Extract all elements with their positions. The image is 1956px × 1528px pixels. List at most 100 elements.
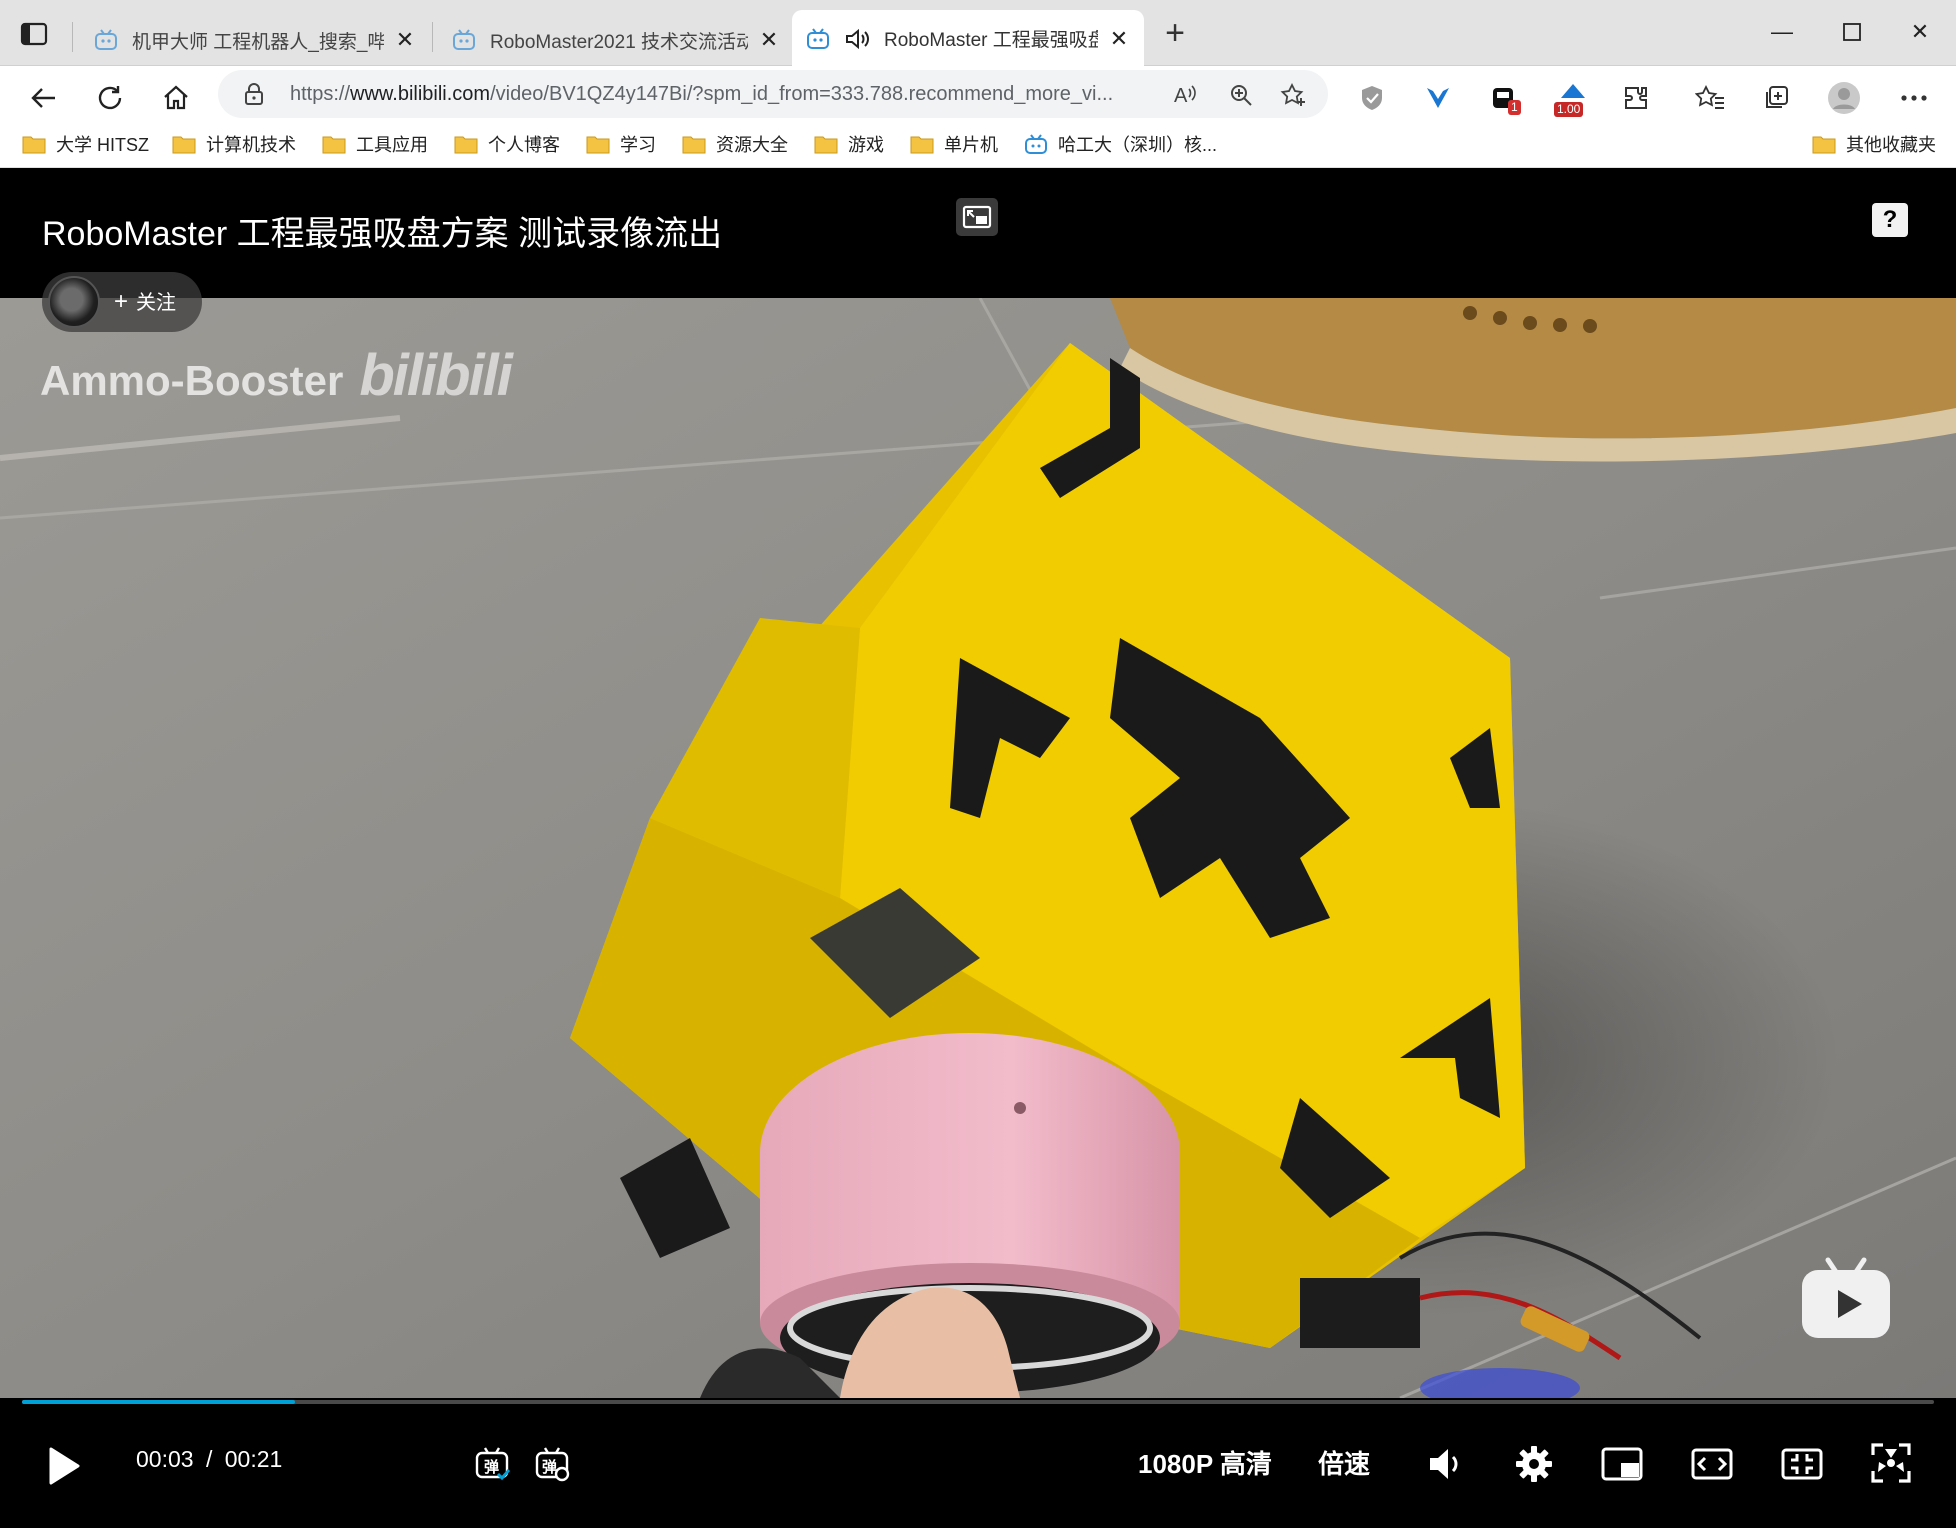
minimize-button[interactable]: — bbox=[1762, 14, 1802, 50]
speed-badge: 1.00 bbox=[1554, 102, 1584, 117]
notification-extension-icon[interactable]: 1 bbox=[1484, 78, 1524, 118]
danmaku-settings-button[interactable]: 弹 bbox=[532, 1444, 572, 1484]
bookmark-label: 工具应用 bbox=[356, 135, 428, 155]
follow-label: 关注 bbox=[136, 292, 177, 314]
danmaku-toggle-button[interactable]: 弹 bbox=[472, 1444, 512, 1484]
bookmark-label: 哈工大（深圳）核... bbox=[1058, 135, 1218, 155]
bookmark-label: 个人博客 bbox=[488, 135, 560, 155]
bookmark-label: 计算机技术 bbox=[206, 135, 296, 155]
web-fullscreen-button[interactable] bbox=[1780, 1442, 1824, 1486]
read-aloud-icon[interactable]: A bbox=[1170, 80, 1200, 110]
follow-button[interactable]: + 关注 bbox=[114, 286, 176, 316]
bookmark-folder[interactable]: 工具应用 bbox=[322, 128, 428, 160]
tab-strip: 机甲大师 工程机器人_搜索_哔哩 ✕ RoboMaster2021 技术交流活动… bbox=[0, 0, 1956, 67]
web-fullscreen-icon bbox=[1781, 1448, 1823, 1480]
video-content-image bbox=[0, 298, 1956, 1398]
plus-icon: + bbox=[114, 288, 129, 315]
new-tab-button[interactable]: + bbox=[1160, 16, 1190, 50]
floating-play-button[interactable] bbox=[1800, 1256, 1892, 1345]
bilibili-icon bbox=[453, 29, 475, 50]
folder-icon bbox=[814, 136, 838, 154]
folder-icon bbox=[322, 136, 346, 154]
tab-title: RoboMaster 工程最强吸盘方 bbox=[884, 30, 1098, 51]
uploader-pill[interactable]: + 关注 bbox=[42, 272, 202, 332]
close-window-button[interactable]: ✕ bbox=[1900, 14, 1940, 50]
bookmark-label: 资源大全 bbox=[716, 135, 788, 155]
fullscreen-icon bbox=[1871, 1443, 1911, 1483]
svg-text:弹: 弹 bbox=[542, 1458, 557, 1476]
bookmark-folder[interactable]: 计算机技术 bbox=[172, 128, 296, 160]
tab-actions-icon[interactable] bbox=[20, 22, 48, 46]
tab-robomaster2021[interactable]: RoboMaster2021 技术交流活动 ✕ bbox=[438, 14, 794, 66]
svg-text:A: A bbox=[1174, 85, 1188, 107]
bookmark-label: 大学 HITSZ bbox=[56, 135, 149, 155]
time-display: 00:03 / 00:21 bbox=[136, 1446, 282, 1473]
address-bar[interactable]: https://www.bilibili.com/video/BV1QZ4y14… bbox=[218, 70, 1328, 118]
danmaku-icon: 弹 bbox=[475, 1447, 510, 1481]
volume-button[interactable] bbox=[1424, 1442, 1468, 1486]
collections-icon[interactable] bbox=[1756, 78, 1796, 118]
tab-current[interactable]: RoboMaster 工程最强吸盘方 ✕ bbox=[792, 10, 1144, 67]
play-icon bbox=[49, 1447, 80, 1485]
extensions-icon[interactable] bbox=[1616, 78, 1656, 118]
widescreen-button[interactable] bbox=[1690, 1442, 1734, 1486]
shield-icon[interactable] bbox=[1352, 78, 1392, 118]
close-icon[interactable]: ✕ bbox=[758, 29, 780, 51]
bookmark-folder[interactable]: 游戏 bbox=[814, 128, 884, 160]
tab-separator bbox=[72, 22, 73, 52]
settings-button[interactable] bbox=[1512, 1442, 1556, 1486]
tv-play-icon bbox=[1802, 1257, 1890, 1338]
url-text[interactable]: https://www.bilibili.com/video/BV1QZ4y14… bbox=[290, 83, 1170, 106]
video-title: RoboMaster 工程最强吸盘方案 测试录像流出 bbox=[42, 215, 723, 253]
bilibili-icon bbox=[807, 27, 829, 49]
bookmarks-bar: 大学 HITSZ 计算机技术 工具应用 个人博客 学习 资源大全 游戏 单片机 … bbox=[0, 120, 1956, 168]
pip-icon bbox=[1601, 1447, 1643, 1481]
close-icon[interactable]: ✕ bbox=[1108, 27, 1130, 50]
more-menu-icon[interactable] bbox=[1894, 78, 1934, 118]
danmaku-settings-icon: 弹 bbox=[535, 1447, 570, 1482]
picture-in-picture-button[interactable] bbox=[1600, 1442, 1644, 1486]
watermark-channel: Ammo-Booster bbox=[40, 357, 344, 404]
favorites-icon[interactable] bbox=[1690, 78, 1730, 118]
speed-button[interactable]: 倍速 bbox=[1318, 1444, 1370, 1481]
time-separator: / bbox=[205, 1446, 213, 1472]
close-icon[interactable]: ✕ bbox=[394, 29, 416, 51]
widescreen-icon bbox=[1691, 1448, 1733, 1480]
tab-separator bbox=[432, 22, 433, 52]
profile-avatar-icon[interactable] bbox=[1824, 78, 1864, 118]
svg-text:弹: 弹 bbox=[484, 1458, 499, 1476]
tab-search[interactable]: 机甲大师 工程机器人_搜索_哔哩 ✕ bbox=[80, 14, 430, 66]
speed-extension-icon[interactable]: 1.00 bbox=[1550, 78, 1596, 118]
lock-icon[interactable] bbox=[244, 83, 264, 105]
avatar[interactable] bbox=[48, 276, 100, 328]
video-player[interactable]: RoboMaster 工程最强吸盘方案 测试录像流出 ? + 关注 Ammo-Bo… bbox=[0, 168, 1956, 1528]
zoom-icon[interactable] bbox=[1226, 80, 1256, 110]
bookmark-label: 游戏 bbox=[848, 135, 884, 155]
folder-icon bbox=[454, 136, 478, 154]
other-bookmarks-folder[interactable]: 其他收藏夹 bbox=[1812, 128, 1936, 160]
add-favorite-icon[interactable] bbox=[1278, 80, 1308, 110]
play-button[interactable] bbox=[44, 1444, 84, 1488]
current-time: 00:03 bbox=[136, 1446, 194, 1472]
bookmark-folder[interactable]: 单片机 bbox=[910, 128, 998, 160]
speaker-icon[interactable] bbox=[844, 27, 870, 51]
player-title-bar: RoboMaster 工程最强吸盘方案 测试录像流出 ? bbox=[0, 168, 1956, 298]
fullscreen-button[interactable] bbox=[1868, 1440, 1914, 1486]
watermark-brand: bilibili bbox=[359, 343, 513, 408]
notification-badge: 1 bbox=[1508, 100, 1521, 115]
mini-player-button[interactable] bbox=[956, 198, 998, 236]
vpn-extension-icon[interactable] bbox=[1418, 78, 1458, 118]
video-frame[interactable] bbox=[0, 298, 1956, 1398]
bookmark-folder[interactable]: 个人博客 bbox=[454, 128, 560, 160]
quality-button[interactable]: 1080P 高清 bbox=[1138, 1444, 1272, 1481]
bookmark-folder[interactable]: 资源大全 bbox=[682, 128, 788, 160]
help-button[interactable]: ? bbox=[1872, 203, 1908, 237]
folder-icon bbox=[586, 136, 610, 154]
maximize-button[interactable] bbox=[1832, 14, 1872, 50]
bookmark-folder[interactable]: 学习 bbox=[586, 128, 656, 160]
home-button[interactable] bbox=[156, 78, 196, 118]
reload-button[interactable] bbox=[90, 78, 130, 118]
bookmark-link[interactable]: 哈工大（深圳）核... bbox=[1024, 128, 1217, 160]
back-button[interactable] bbox=[24, 78, 64, 118]
bookmark-folder[interactable]: 大学 HITSZ bbox=[22, 128, 149, 160]
